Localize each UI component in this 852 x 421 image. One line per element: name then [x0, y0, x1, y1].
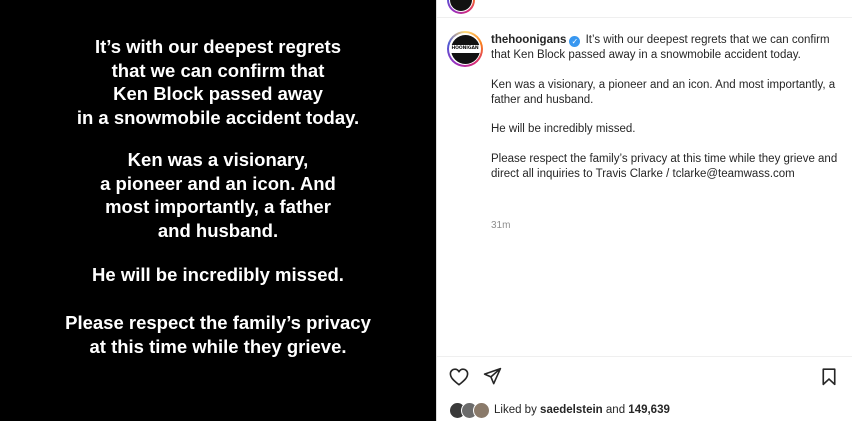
image-text-line: Please respect the family’s privacy — [65, 312, 371, 333]
image-text-line: in a snowmobile accident today. — [76, 106, 360, 128]
image-paragraph-1: It’s with our deepest regrets that we ca… — [0, 35, 436, 129]
hoonigan-logo: HOONIGAN — [450, 45, 480, 53]
image-text-line: Ken was a visionary, — [127, 149, 309, 170]
image-text-line: It’s with our deepest regrets — [94, 36, 342, 57]
heart-icon[interactable] — [449, 368, 469, 386]
liker-username-link[interactable]: saedelstein — [540, 404, 603, 416]
verified-badge-icon: ✓ — [569, 36, 581, 47]
caption-text: Ken was a visionary, a pioneer and an ic… — [491, 78, 836, 106]
likes-text: Liked by saedelstein and 149,639 — [494, 404, 670, 416]
image-text-line: that we can confirm that — [111, 59, 325, 81]
bookmark-icon[interactable] — [821, 368, 837, 386]
likes-prefix: Liked by — [494, 404, 537, 416]
image-paragraph-3: He will be incredibly missed. — [0, 263, 436, 287]
paper-plane-icon[interactable] — [483, 367, 502, 386]
image-text-line: most importantly, a father — [105, 196, 331, 217]
image-text-line: He will be incredibly missed. — [92, 264, 344, 285]
post-image: It’s with our deepest regrets that we ca… — [0, 0, 436, 421]
image-text-line: at this time while they grieve. — [89, 335, 347, 357]
likes-count-link[interactable]: 149,639 — [628, 404, 670, 416]
username-link[interactable]: thehoonigans — [491, 34, 566, 46]
caption-text: He will be incredibly missed. — [491, 123, 636, 135]
likes-summary: Liked by saedelstein and 149,639 — [449, 401, 670, 419]
post-header — [437, 0, 852, 18]
likes-conjunction: and — [605, 404, 626, 416]
liker-avatar — [473, 401, 490, 419]
image-paragraph-4: Please respect the family’s privacy at t… — [0, 311, 436, 358]
caption-text: Please respect the family’s privacy at t… — [491, 152, 838, 180]
caption-avatar[interactable]: HOONIGAN — [447, 31, 483, 67]
post-side-panel: HOONIGAN thehoonigans ✓ It’s with our dee… — [437, 0, 852, 421]
actions-divider — [437, 356, 852, 357]
image-text-line: and husband. — [157, 219, 279, 241]
image-text-line: Ken Block passed away — [113, 83, 323, 104]
image-paragraph-2: Ken was a visionary, a pioneer and an ic… — [0, 148, 436, 242]
image-text-line: a pioneer and an icon. And — [100, 172, 336, 194]
post-caption: thehoonigans ✓ It’s with our deepest regr… — [491, 33, 843, 196]
post-timestamp[interactable]: 31m — [491, 220, 510, 231]
header-avatar[interactable] — [447, 0, 475, 14]
